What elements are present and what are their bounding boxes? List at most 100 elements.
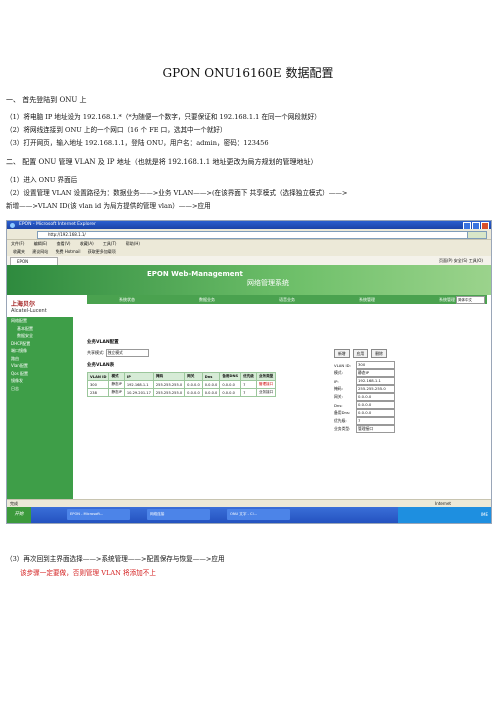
form-label: 掩码:: [334, 386, 343, 391]
col-priority: 优先级: [240, 372, 257, 381]
cell: 静态IP: [108, 380, 125, 389]
col-mode: 模式: [108, 372, 125, 381]
form-row: 业务类型: 管理接口: [334, 425, 395, 433]
section-1-heading: 一、 首先登陆到 ONU 上: [6, 96, 87, 104]
doc-title: GPON ONU16160E 数据配置: [162, 66, 334, 80]
form-label: VLAN ID:: [334, 362, 351, 368]
sidebar-item-mirror2[interactable]: 镜像发: [7, 377, 73, 385]
language-select[interactable]: 简体中文: [456, 296, 485, 304]
taskbar: 开始 EPON - Microsoft... 网络连接 ONU 文字 - Cl.…: [7, 507, 491, 523]
share-mode-select[interactable]: 独立模式: [105, 349, 149, 357]
vlan-id-field[interactable]: 300: [356, 361, 395, 369]
taskbar-item-network[interactable]: 网络连接: [147, 509, 210, 520]
col-mask: 掩码: [152, 372, 186, 381]
sidebar-item-route[interactable]: 路由: [7, 355, 73, 363]
fav-hotmail[interactable]: 免费 Hotmail: [56, 249, 81, 254]
menu-tools[interactable]: 工具(T): [103, 241, 117, 246]
cell: 静态IP: [108, 388, 125, 397]
status-text: 完成: [10, 501, 18, 506]
dns-field[interactable]: 0.0.0.0: [356, 401, 395, 409]
priority-select[interactable]: 7: [356, 417, 395, 425]
mode-select[interactable]: 静态IP: [356, 369, 395, 377]
menu-help[interactable]: 帮助(H): [126, 241, 140, 246]
taskbar-item-doc[interactable]: ONU 文字 - Cl...: [227, 509, 290, 520]
form-row: IP: 192.168.1.1: [334, 377, 395, 385]
table-row[interactable]: 300 静态IP 192.168.1.1 255.255.255.0 0.0.0…: [86, 380, 277, 389]
add-button[interactable]: 新增: [334, 349, 350, 358]
form-row: Dns: 0.0.0.0: [334, 401, 395, 409]
cell: 192.168.1.1: [123, 380, 154, 389]
cell: 0.0.0.0: [219, 388, 242, 397]
col-backup-dns: 备用DNS: [219, 372, 242, 381]
fav-addons[interactable]: 获取更多加载项: [88, 249, 116, 254]
form-label: 优先级:: [334, 418, 347, 423]
form-label: 模式:: [334, 370, 343, 375]
sidebar-item-mirror[interactable]: 端口镜像: [7, 347, 73, 355]
section-2-heading: 二、 配置 ONU 管理 VLAN 及 IP 地址（也就是将 192.168.1…: [6, 158, 318, 166]
nav-system-management[interactable]: 系统管理: [327, 297, 407, 303]
start-button[interactable]: 开始: [7, 507, 31, 523]
ip-field[interactable]: 192.168.1.1: [356, 377, 395, 385]
menu-favorites[interactable]: 收藏(A): [80, 241, 94, 246]
delete-button[interactable]: 删除: [371, 349, 387, 358]
col-gateway: 网关: [184, 372, 203, 381]
form-label: 备用Dns:: [334, 410, 351, 415]
cell: 0.0.0.0: [184, 388, 203, 397]
service-type-select[interactable]: 管理接口: [356, 425, 395, 433]
sidebar-item-network[interactable]: 网络配置: [7, 317, 73, 325]
col-ip: IP: [123, 372, 154, 381]
nav-system-status[interactable]: 系统状态: [87, 297, 167, 303]
address-input[interactable]: http://192.168.1.1/: [37, 231, 469, 239]
mask-field[interactable]: 255.255.255.0: [356, 385, 395, 393]
menu-edit[interactable]: 编辑(E): [34, 241, 48, 246]
system-tray: IME: [398, 507, 491, 523]
sidebar-item-qos[interactable]: Qos 配置: [7, 370, 73, 378]
company-logo: 上海贝尔 Alcatel-Lucent: [11, 299, 47, 314]
logo-cn: 上海贝尔: [11, 301, 36, 308]
cell: 238: [86, 388, 110, 397]
warning-note: 该步骤一定要做，否则管理 VLAN 将添加不上: [20, 569, 156, 577]
cell: 7: [240, 380, 257, 389]
cell: 255.255.255.0: [152, 388, 186, 397]
fav-favorites[interactable]: 收藏夹: [13, 249, 25, 254]
cell: 0.0.0.0: [201, 380, 221, 389]
app-brand: EPON Web-Management: [147, 270, 243, 278]
sidebar-item-log[interactable]: 日志: [7, 385, 73, 393]
cell: 业务接口: [255, 388, 277, 397]
menu-file[interactable]: 文件(F): [11, 241, 24, 246]
step-1-3: （3）打开网页，输入地址 192.168.1.1，登陆 ONU，用户名：admi…: [6, 139, 269, 147]
nav-data-service[interactable]: 数据业务: [167, 297, 247, 303]
go-button[interactable]: [467, 231, 487, 239]
backup-dns-field[interactable]: 0.0.0.0: [356, 409, 395, 417]
fav-suggested[interactable]: 建议网站: [32, 249, 48, 254]
ie-icon: [10, 222, 15, 228]
sidebar-item-dhcp[interactable]: DHCP配置: [7, 340, 73, 348]
form-row: VLAN ID: 300: [334, 361, 395, 369]
form-label: 业务类型:: [334, 426, 351, 431]
vlan-form: VLAN ID: 300 模式: 静态IP IP: 192.168.1.1 掩码: 25…: [334, 361, 395, 433]
nav-voice-service[interactable]: 语音业务: [247, 297, 327, 303]
app-banner: EPON Web-Management 网络管理系统: [7, 265, 491, 295]
sidebar-item-vlan[interactable]: Vlan配置: [7, 362, 73, 370]
command-bar[interactable]: 页面(P) 安全(S) 工具(O): [439, 256, 483, 265]
taskbar-item-ie[interactable]: EPON - Microsoft...: [67, 509, 130, 520]
cell: 0.0.0.0: [219, 380, 242, 389]
sidebar-item-basic[interactable]: 基本配置: [7, 325, 73, 333]
cell: 7: [240, 388, 257, 397]
gateway-field[interactable]: 0.0.0.0: [356, 393, 395, 401]
menu-view[interactable]: 查看(V): [57, 241, 71, 246]
menu-bar: 文件(F) 编辑(E) 查看(V) 收藏(A) 工具(T) 帮助(H): [7, 240, 491, 247]
app-system-name: 网络管理系统: [247, 279, 289, 287]
cell: 0.0.0.0: [201, 388, 221, 397]
action-buttons: 新增 应用 删除: [334, 349, 387, 358]
col-service-type: 业务类型: [255, 372, 277, 381]
sidebar-item-security[interactable]: 数据安全: [7, 332, 73, 340]
step-1-2: （2）将网线连接到 ONU 上的一个网口（16 个 FE 口，选其中一个就好）: [6, 126, 227, 134]
apply-button[interactable]: 应用: [352, 349, 369, 358]
cell: 255.255.255.0: [152, 380, 186, 389]
table-row[interactable]: 238 静态IP 10.29.201.17 255.255.255.0 0.0.…: [86, 388, 277, 397]
table-header: VLAN ID 模式 IP 掩码 网关 Dns 备用DNS 优先级 业务类型: [86, 372, 277, 381]
col-vlan-id: VLAN ID: [86, 372, 110, 381]
embedded-screenshot: EPON - Microsoft Internet Explorer http:…: [6, 220, 492, 524]
vlan-table: VLAN ID 模式 IP 掩码 网关 Dns 备用DNS 优先级 业务类型 3…: [86, 372, 277, 397]
